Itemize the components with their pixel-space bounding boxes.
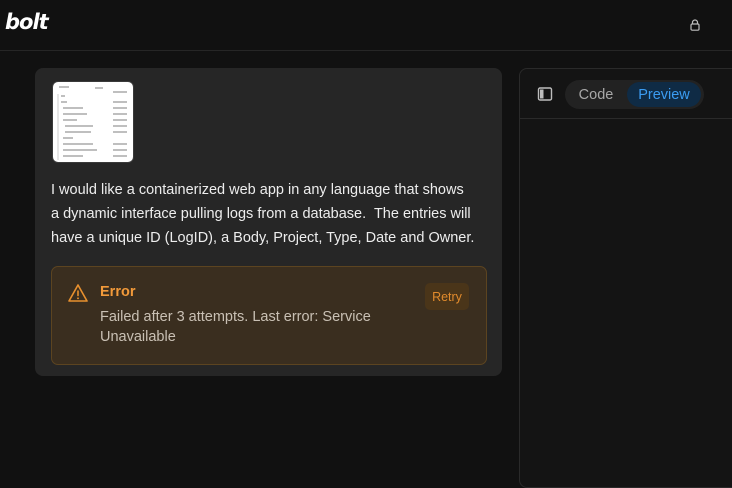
preview-panel-header: Code Preview	[520, 69, 732, 119]
sidebar-toggle-icon[interactable]	[537, 86, 553, 102]
lock-icon	[690, 19, 700, 31]
top-bar: bolt	[0, 0, 732, 51]
lock-button[interactable]	[686, 16, 704, 34]
error-title: Error	[100, 284, 136, 300]
retry-button[interactable]: Retry	[425, 283, 469, 310]
chat-message-card: I would like a containerized web app in …	[35, 68, 502, 376]
error-alert: Error Failed after 3 attempts. Last erro…	[51, 266, 487, 365]
error-message: Failed after 3 attempts. Last error: Ser…	[100, 309, 371, 345]
user-message-text: I would like a containerized web app in …	[51, 182, 475, 246]
view-tab-group: Code Preview	[565, 80, 704, 109]
warning-triangle-icon	[68, 284, 88, 302]
tab-code[interactable]: Code	[568, 82, 624, 107]
bolt-logo[interactable]: bolt	[5, 10, 49, 34]
attachment-thumbnail[interactable]	[52, 81, 134, 163]
preview-panel: Code Preview	[519, 68, 732, 488]
document-thumbnail	[57, 86, 127, 160]
tab-preview[interactable]: Preview	[627, 82, 701, 107]
